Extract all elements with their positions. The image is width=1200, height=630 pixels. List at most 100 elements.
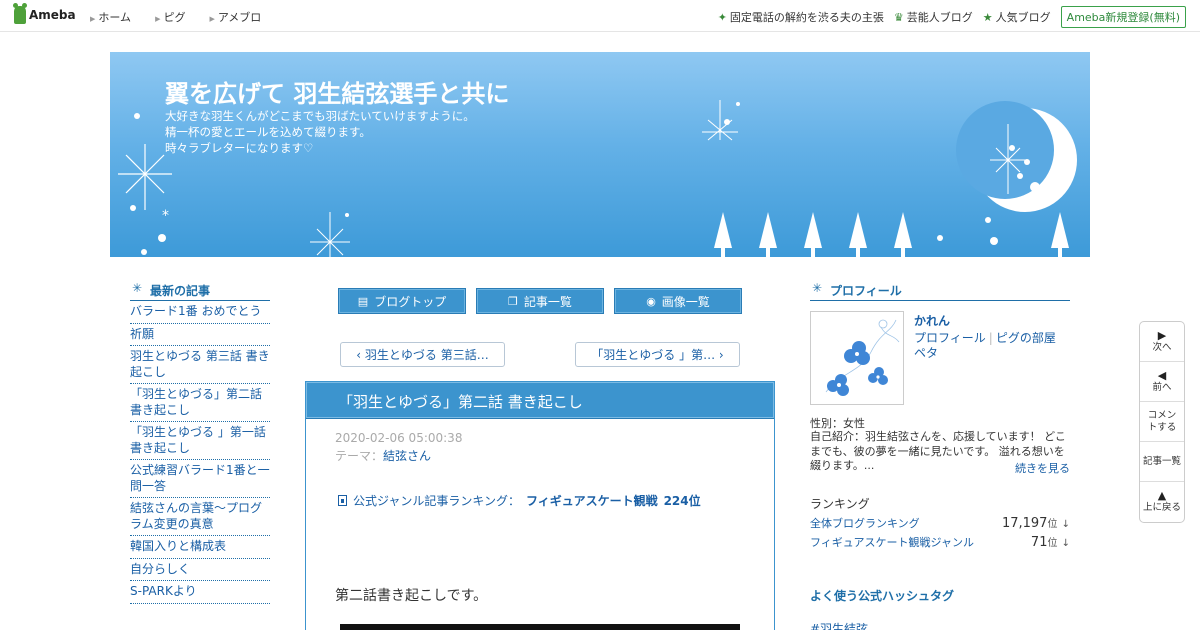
hashtag-heading: よく使う公式ハッシュタグ (810, 589, 955, 603)
trend-topic-link[interactable]: ✦ 固定電話の解約を渋る夫の主張 (718, 9, 884, 25)
prev-entry-button[interactable]: ‹ 羽生とゆづる 第三話… (340, 342, 505, 367)
document-icon: ▤ (357, 294, 369, 308)
blog-description-line: 大好きな羽生くんがどこまでも羽ばたいていけますように。 (165, 109, 475, 123)
profile-name[interactable]: かれん (914, 312, 950, 329)
blog-title[interactable]: 翼を広げて 羽生結弦選手と共に (165, 74, 509, 109)
recent-entries-heading-label: 最新の記事 (150, 284, 211, 298)
blog-header-banner[interactable]: * 翼を広げて 羽生結弦選手と共に 大好きな羽生くんがどこまでも羽ばたいていけま… (110, 52, 1090, 257)
genre-ranking-link-right[interactable]: フィギュアスケート観戦ジャンル (810, 534, 974, 550)
ameba-frog-icon (13, 3, 27, 24)
play-left-icon: ◀ (1157, 368, 1167, 382)
recent-entry-link[interactable]: S-PARKより (130, 581, 270, 604)
ranking-icon (338, 495, 347, 506)
recent-entry-link[interactable]: 公式練習バラード1番と一問一答 (130, 460, 270, 498)
article-date: 2020-02-06 05:00:38 (335, 431, 463, 445)
nav-pigg-label: ピグ (163, 11, 186, 24)
recent-entry-link[interactable]: 「羽生とゆづる」第二話 書き起こし (130, 384, 270, 422)
blog-nav-buttons: ▤ ブログトップ ❐ 記事一覧 ◉ 画像一覧 (338, 288, 752, 314)
profile-avatar[interactable] (810, 311, 904, 405)
article-body-text: 第二話書き起こしです。 (335, 588, 488, 604)
back-to-top-button[interactable]: ▲ 上に戻る (1140, 482, 1184, 522)
blog-top-button[interactable]: ▤ ブログトップ (338, 288, 466, 314)
comment-label: コメントする (1147, 409, 1177, 433)
floating-side-nav: ▶ 次へ ◀ 前へ コメントする 記事一覧 ▲ 上に戻る (1139, 321, 1185, 523)
copy-icon: ❐ (508, 294, 518, 308)
profile-heading-label: プロフィール (830, 284, 902, 298)
recent-entry-link[interactable]: 韓国入りと構成表 (130, 536, 270, 559)
image-list-button[interactable]: ◉ 画像一覧 (614, 288, 742, 314)
prev-page-button[interactable]: ◀ 前へ (1140, 362, 1184, 402)
recent-entry-link[interactable]: 「羽生とゆづる 」第一話 書き起こし (130, 422, 270, 460)
ranking-label: 公式ジャンル記事ランキング： (353, 494, 521, 508)
play-right-icon: ▶ (1157, 328, 1167, 342)
recent-entry-link[interactable]: 自分らしく (130, 559, 270, 581)
ranking-heading: ランキング (810, 497, 870, 511)
chevron-left-icon: ‹ (356, 347, 365, 362)
global-nav: ▶ ホーム ▶ ピグ ▶ アメブロ (90, 9, 285, 25)
triangle-up-icon: ▲ (1157, 489, 1167, 502)
rank-unit: 位 (1047, 538, 1058, 549)
next-page-button[interactable]: ▶ 次へ (1140, 322, 1184, 362)
image-list-label: 画像一覧 (661, 294, 710, 309)
moon-shadow (956, 101, 1054, 199)
embedded-video[interactable] (340, 624, 740, 630)
celebrity-blog-label: 芸能人ブログ (906, 11, 973, 24)
entry-list-side-button[interactable]: 記事一覧 (1140, 442, 1184, 482)
blog-description-line: 時々ラブレターになります♡ (165, 141, 314, 155)
ranking-rank: 224位 (663, 494, 701, 508)
next-entry-button[interactable]: 「羽生とゆづる 」第… › (575, 342, 740, 367)
trend-topic-label: 固定電話の解約を渋る夫の主張 (729, 11, 884, 24)
popular-blog-link[interactable]: ★ 人気ブログ (983, 9, 1051, 25)
arrow-down-icon: ↓ (1061, 538, 1070, 549)
next-label: 次へ (1152, 341, 1172, 353)
entry-list-button[interactable]: ❐ 記事一覧 (476, 288, 604, 314)
article-theme: テーマ：結弦さん (335, 447, 431, 464)
global-header: Ameba ▶ ホーム ▶ ピグ ▶ アメブロ ✦ 固定電話の解約を渋る夫の主張 ♛ … (0, 0, 1200, 32)
profile-links: プロフィール | ピグの部屋 ペタ (914, 331, 1064, 361)
pigg-room-link[interactable]: ピグの部屋 (996, 331, 1056, 345)
blog-description: 大好きな羽生くんがどこまでも羽ばたいていけますように。 精一杯の愛とエールを込め… (165, 108, 475, 156)
blue-flower-illustration (825, 319, 900, 396)
triangle-right-icon: ▶ (155, 15, 161, 23)
recent-entries-panel: ✳ 最新の記事 バラード1番 おめでとう 祈願 羽生とゆづる 第三話 書き起こし… (130, 280, 270, 604)
profile-gender: 性別：女性 (810, 417, 865, 430)
next-entry-label: 「羽生とゆづる 」第… (591, 348, 716, 362)
profile-heading: ✳ プロフィール (810, 280, 1070, 301)
genre-ranking-row: フィギュアスケート観戦ジャンル 71位 ↓ (810, 534, 1070, 550)
star-glyph: * (162, 208, 169, 224)
peta-link[interactable]: ペタ (914, 346, 938, 360)
arrow-down-icon: ↓ (1061, 519, 1070, 530)
rank-number: 71 (1030, 535, 1048, 550)
blog-description-line: 精一杯の愛とエールを込めて綴ります。 (165, 125, 371, 139)
recent-entry-link[interactable]: 結弦さんの言葉〜プログラム変更の真意 (130, 498, 270, 536)
nav-pigg-link[interactable]: ▶ ピグ (155, 9, 197, 25)
nav-home-link[interactable]: ▶ ホーム (90, 9, 143, 25)
theme-link[interactable]: 結弦さん (383, 449, 431, 463)
recent-entry-link[interactable]: 羽生とゆづる 第三話 書き起こし (130, 346, 270, 384)
nav-ameblo-link[interactable]: ▶ アメブロ (209, 9, 273, 25)
profile-panel: ✳ プロフィール かれん プロフィール | ピグの部屋 ペタ 性別：女性 自己紹介：… (810, 280, 1070, 630)
prev-label: 前へ (1152, 381, 1172, 393)
sparkle-left (118, 144, 172, 210)
hashtag-link[interactable]: #羽生結弦 (810, 620, 868, 630)
recent-entry-link[interactable]: バラード1番 おめでとう (130, 301, 270, 324)
ameba-logo[interactable]: Ameba (13, 3, 76, 24)
camera-icon: ◉ (646, 294, 656, 308)
article-title[interactable]: 「羽生とゆづる」第二話 書き起こし (306, 382, 774, 419)
register-button[interactable]: Ameba新規登録(無料) (1060, 6, 1186, 28)
ranking-genre: フィギュアスケート観戦 (526, 494, 658, 508)
recent-entries-heading: ✳ 最新の記事 (130, 280, 270, 301)
profile-link[interactable]: プロフィール (914, 331, 986, 345)
celebrity-blog-link[interactable]: ♛ 芸能人ブログ (894, 9, 973, 25)
overall-ranking-row: 全体ブログランキング 17,197位 ↓ (810, 515, 1070, 531)
sparkle-icon: ✦ (717, 10, 727, 24)
recent-entry-link[interactable]: 祈願 (130, 324, 270, 346)
overall-ranking-link[interactable]: 全体ブログランキング (810, 515, 920, 531)
article: 「羽生とゆづる」第二話 書き起こし 2020-02-06 05:00:38 テー… (305, 381, 775, 630)
comment-button[interactable]: コメントする (1140, 402, 1184, 442)
triangle-right-icon: ▶ (209, 15, 215, 23)
sparkle-center (702, 100, 738, 141)
rank-unit: 位 (1047, 519, 1058, 530)
genre-ranking-link[interactable]: 公式ジャンル記事ランキング： フィギュアスケート観戦 224位 (338, 492, 701, 509)
read-more-link[interactable]: 続きを見る (1015, 460, 1070, 476)
